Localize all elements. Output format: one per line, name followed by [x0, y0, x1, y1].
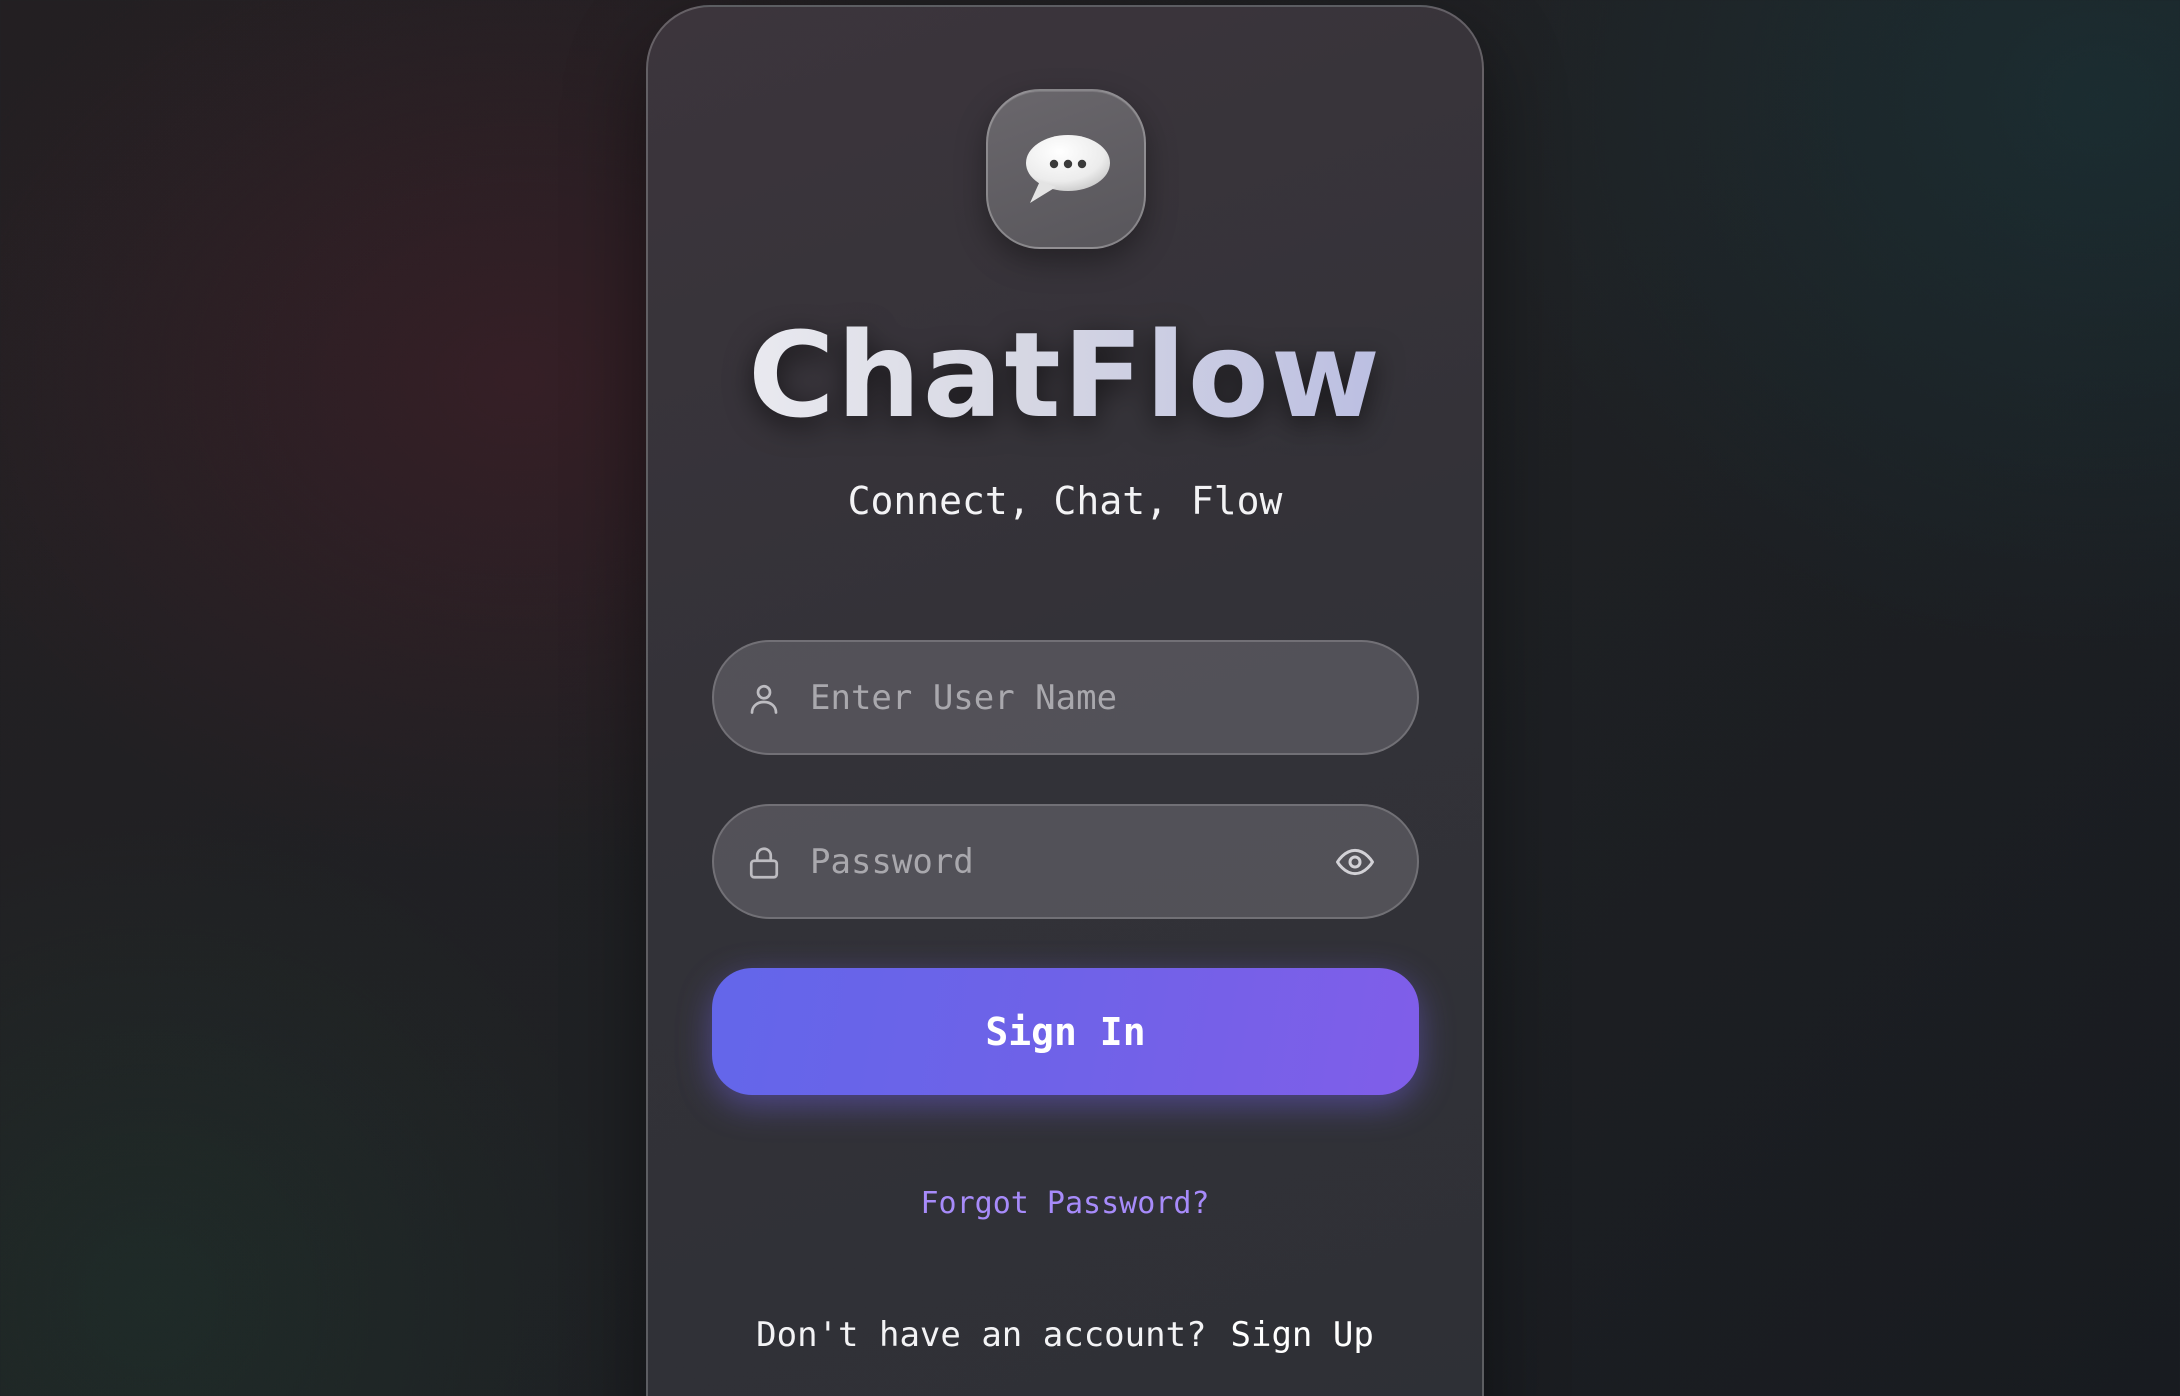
password-input[interactable] [810, 826, 1290, 898]
signup-prompt: Don't have an account? [756, 1315, 1207, 1355]
app-logo [986, 89, 1146, 249]
username-input[interactable] [810, 662, 1290, 734]
app-title: ChatFlow [650, 305, 1480, 445]
eye-icon[interactable] [1335, 842, 1375, 882]
sign-up-link[interactable]: Sign Up [1231, 1315, 1374, 1355]
speech-bubble-icon [1026, 135, 1110, 203]
user-icon [750, 684, 778, 714]
sign-in-button[interactable]: Sign In [712, 968, 1419, 1095]
username-field[interactable] [712, 640, 1419, 755]
password-field[interactable] [712, 804, 1419, 919]
signup-row: Don't have an account? Sign Up [650, 1312, 1480, 1358]
forgot-password-link[interactable]: Forgot Password? [650, 1184, 1480, 1224]
app-tagline: Connect, Chat, Flow [847, 479, 1283, 523]
lock-icon [749, 847, 779, 879]
